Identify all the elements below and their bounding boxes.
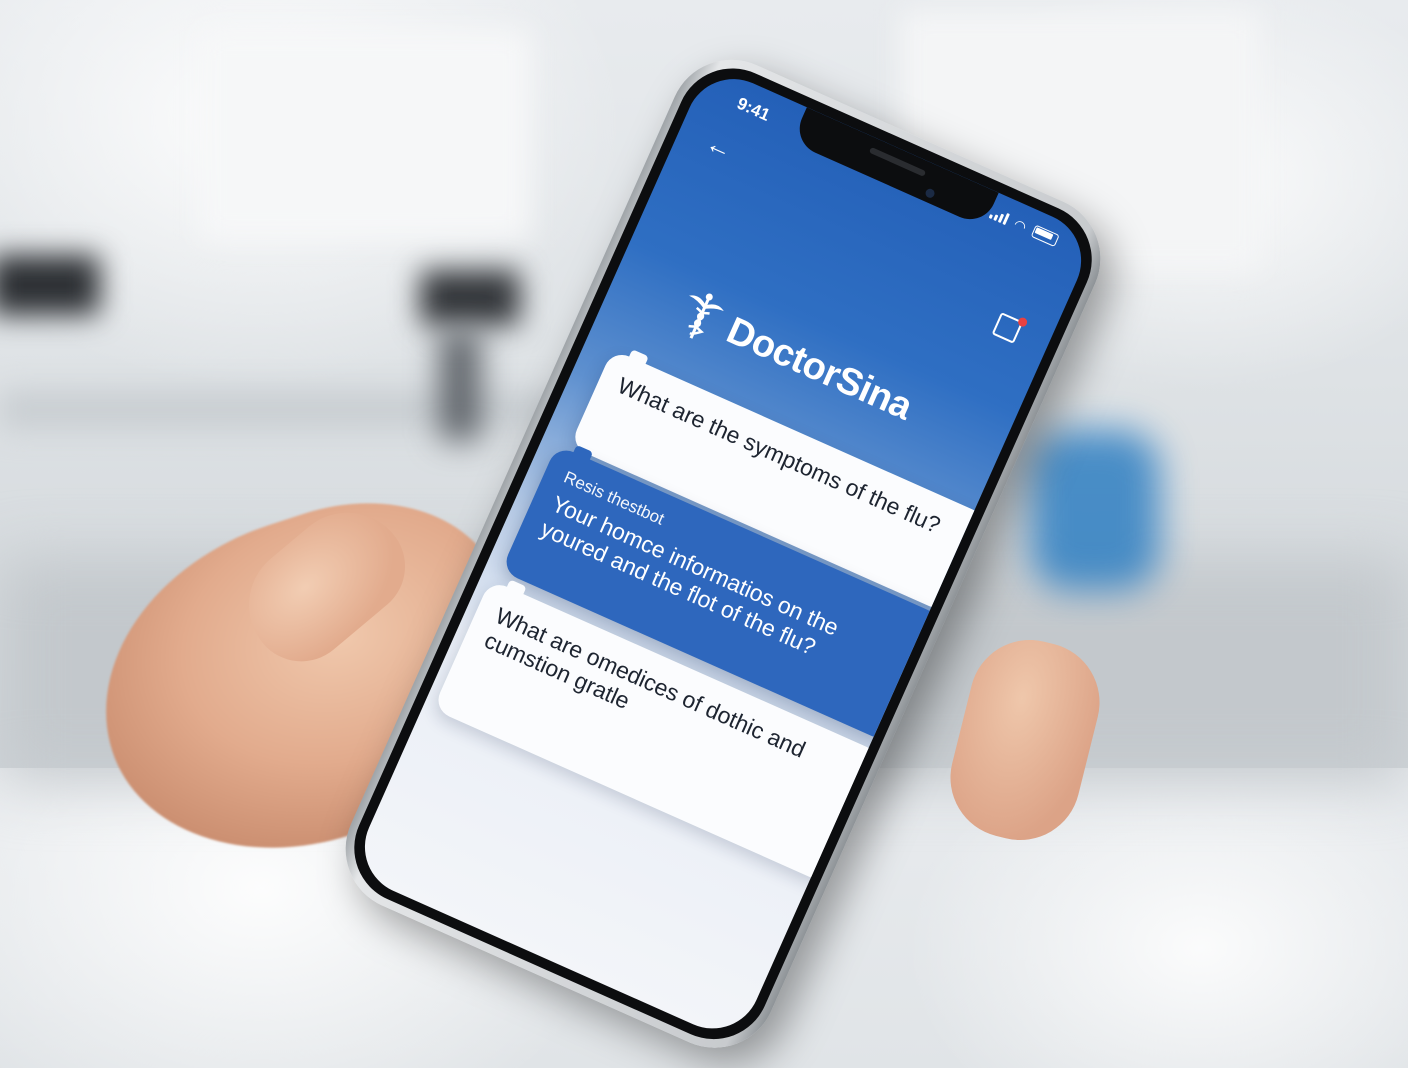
background-monitor — [0, 255, 100, 315]
background-chair — [1030, 430, 1160, 590]
share-notification-icon[interactable] — [991, 312, 1029, 344]
bubble-tail — [626, 349, 649, 370]
caduceus-icon — [688, 293, 724, 339]
background-monitor — [420, 270, 520, 325]
bubble-tail — [504, 579, 527, 600]
cellular-signal-icon — [988, 206, 1010, 225]
back-arrow-icon[interactable]: ← — [702, 127, 738, 165]
background-stand — [440, 330, 480, 440]
background-window — [200, 30, 530, 240]
wifi-icon: ◠ — [1011, 215, 1030, 235]
notification-dot — [1016, 316, 1029, 329]
status-time: 9:41 — [734, 93, 773, 125]
front-camera-icon — [924, 187, 936, 200]
battery-icon — [1030, 224, 1060, 248]
